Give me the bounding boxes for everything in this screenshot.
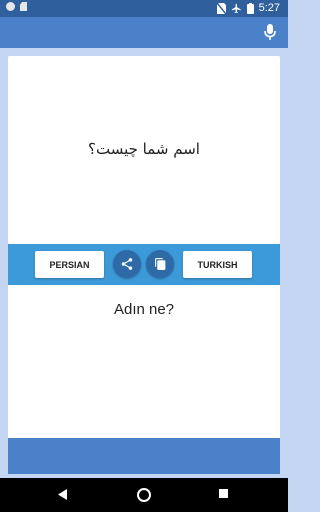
- status-time: 5:27: [258, 2, 280, 14]
- notification-dot-icon: [6, 2, 15, 11]
- battery-icon: [246, 2, 254, 14]
- sd-card-icon: [20, 2, 27, 11]
- source-language-button[interactable]: PERSIAN: [35, 251, 104, 278]
- copy-icon: [154, 258, 165, 270]
- recents-icon[interactable]: [219, 489, 228, 498]
- app-bar: [0, 17, 288, 48]
- target-text: Adın ne?: [113, 301, 175, 318]
- navigation-bar: [0, 478, 288, 512]
- share-icon: [121, 258, 133, 270]
- home-icon[interactable]: [137, 488, 151, 502]
- target-language-button[interactable]: TURKISH: [183, 251, 252, 278]
- target-text-panel[interactable]: Adın ne?: [8, 285, 280, 438]
- source-text: اسم شما چیست؟: [88, 140, 200, 158]
- share-button[interactable]: [113, 250, 141, 278]
- back-icon[interactable]: [58, 489, 68, 500]
- language-toolbar: PERSIAN TURKISH: [8, 244, 280, 285]
- microphone-icon[interactable]: [264, 24, 276, 46]
- footer-bar: [8, 438, 280, 474]
- no-sim-icon: [216, 2, 226, 14]
- source-text-panel[interactable]: اسم شما چیست؟: [8, 56, 280, 244]
- status-bar: 5:27: [0, 0, 288, 17]
- airplane-icon: [231, 3, 241, 13]
- copy-button[interactable]: [146, 250, 174, 278]
